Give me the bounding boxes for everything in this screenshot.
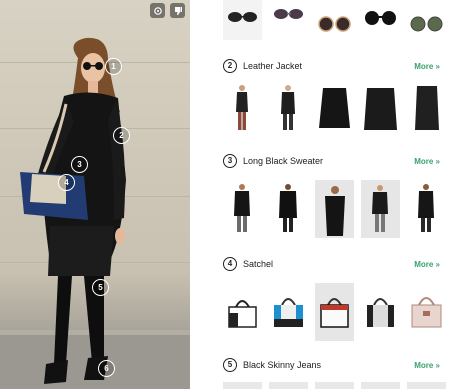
share-button[interactable] [150,3,165,18]
satchel-image [228,300,257,328]
jacket-image [236,85,248,130]
product-thumb[interactable] [315,80,354,138]
sweater-image [418,184,434,232]
satchel-image [274,298,303,327]
section-header: 2 Leather Jacket More » [223,58,440,74]
dislike-button[interactable] [170,3,185,18]
jacket-image [319,88,350,128]
sweater-image [279,184,297,232]
product-row-satchels [223,283,446,341]
sunglasses-image [228,12,257,22]
sunglasses-image [365,11,396,25]
product-thumb[interactable] [223,382,262,389]
product-thumb[interactable] [407,382,446,389]
product-thumb[interactable] [223,80,262,138]
section-number: 5 [223,358,237,372]
product-thumb[interactable] [361,180,400,238]
product-thumb[interactable] [361,0,400,40]
jacket-image [281,85,295,130]
product-thumb[interactable] [223,180,262,238]
section-title[interactable]: Leather Jacket [243,61,302,71]
satchel-image [367,298,394,327]
share-icon [153,6,162,15]
product-thumb[interactable] [269,382,308,389]
product-thumb[interactable] [315,180,354,238]
model-figure [20,37,126,384]
item-tag-6[interactable]: 6 [98,360,115,377]
product-thumb[interactable] [407,0,446,40]
product-thumb[interactable] [361,80,400,138]
sunglasses-image [410,16,443,32]
sunglasses-image [274,9,303,19]
product-thumb[interactable] [223,283,262,341]
sunglasses-image [318,16,351,32]
section-title[interactable]: Black Skinny Jeans [243,360,321,370]
item-tag-2[interactable]: 2 [113,127,130,144]
section-title[interactable]: Satchel [243,259,273,269]
product-thumb[interactable] [361,382,400,389]
product-thumb[interactable] [269,180,308,238]
product-thumb[interactable] [315,382,354,389]
product-row-sweaters [223,180,446,238]
outfit-photo: 1 2 3 4 5 6 [0,0,190,389]
jacket-image [415,86,439,130]
product-thumb[interactable] [223,0,262,40]
product-thumb[interactable] [407,180,446,238]
product-thumb[interactable] [269,80,308,138]
product-row-jackets [223,80,446,138]
section-number: 4 [223,257,237,271]
item-tag-3[interactable]: 3 [71,156,88,173]
more-link[interactable]: More » [414,361,440,370]
section-header: 5 Black Skinny Jeans More » [223,357,440,373]
product-thumb[interactable] [407,80,446,138]
product-thumb[interactable] [269,0,308,40]
jacket-image [364,88,397,130]
satchel-image [411,297,442,328]
product-thumb[interactable] [269,283,308,341]
section-header: 4 Satchel More » [223,256,440,272]
satchel-image [320,298,349,328]
item-tag-1[interactable]: 1 [105,58,122,75]
product-row-jeans [223,382,446,389]
section-number: 2 [223,59,237,73]
section-header: 3 Long Black Sweater More » [223,153,440,169]
product-thumb[interactable] [315,0,354,40]
section-title[interactable]: Long Black Sweater [243,156,323,166]
product-thumb[interactable] [361,283,400,341]
product-panel: 2 Leather Jacket More » 3 Long Black Swe… [205,0,450,389]
sweater-image [372,185,388,232]
product-row-sunglasses [223,0,446,40]
more-link[interactable]: More » [414,157,440,166]
product-thumb[interactable] [315,283,354,341]
thumbs-down-icon [174,6,182,15]
item-tag-5[interactable]: 5 [92,279,109,296]
sweater-image [325,186,345,236]
more-link[interactable]: More » [414,260,440,269]
section-number: 3 [223,154,237,168]
product-thumb[interactable] [407,283,446,341]
more-link[interactable]: More » [414,62,440,71]
sweater-image [234,184,250,232]
item-tag-4[interactable]: 4 [58,174,75,191]
